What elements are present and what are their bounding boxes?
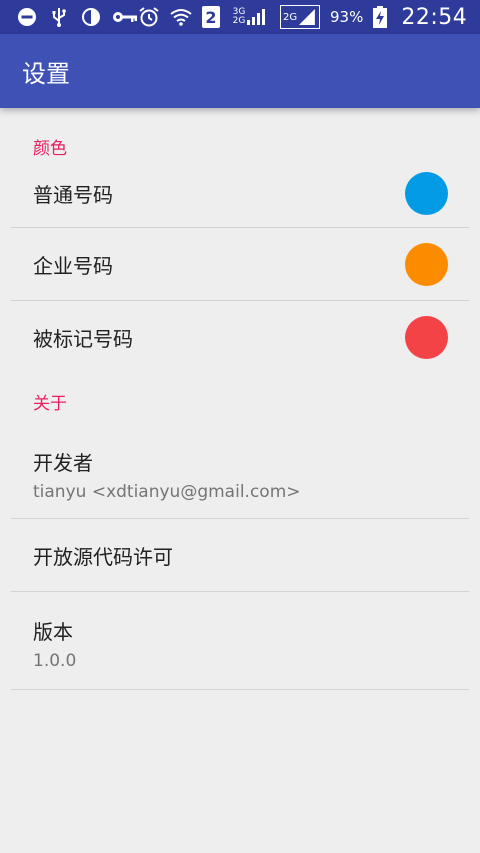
sim-2-icon: 2 <box>202 6 220 28</box>
clock: 22:54 <box>401 4 468 30</box>
pref-business-number-color[interactable]: 企业号码 <box>0 228 480 300</box>
page-title: 设置 <box>22 59 70 88</box>
pref-open-source-licenses[interactable]: 开放源代码许可 <box>0 519 480 591</box>
app-bar: 设置 <box>0 34 480 108</box>
signal-icon: 3G 2G <box>230 6 270 28</box>
pref-title: 开发者 <box>33 451 93 475</box>
pref-title: 普通号码 <box>33 183 113 207</box>
wifi-icon <box>170 6 192 28</box>
vpn-key-icon <box>112 6 138 28</box>
battery-percent: 93% <box>330 8 364 26</box>
pref-summary: 1.0.0 <box>33 651 77 671</box>
do-not-disturb-icon <box>16 6 38 28</box>
pref-developer[interactable]: 开发者 tianyu <xdtianyu@gmail.com> <box>0 421 480 518</box>
pref-title: 被标记号码 <box>33 326 133 351</box>
pref-title: 开放源代码许可 <box>33 544 173 569</box>
pref-marked-number-color[interactable]: 被标记号码 <box>0 301 480 373</box>
status-bar: 2 3G 2G 2G 93% 22:54 <box>0 0 480 34</box>
contrast-icon <box>80 6 102 28</box>
color-swatch-marked[interactable] <box>405 315 448 359</box>
pref-title: 企业号码 <box>33 253 113 278</box>
color-swatch-normal[interactable] <box>405 172 448 215</box>
usb-icon <box>48 6 70 28</box>
pref-summary: tianyu <xdtianyu@gmail.com> <box>33 482 301 502</box>
section-header-about: 关于 <box>33 394 67 414</box>
section-header-colors: 颜色 <box>33 139 67 159</box>
pref-normal-number-color[interactable]: 普通号码 <box>0 160 480 227</box>
divider <box>11 689 469 690</box>
battery-charging-icon <box>373 6 388 28</box>
alarm-icon <box>138 6 160 28</box>
settings-list: 颜色 普通号码 企业号码 被标记号码 关于 开发者 tianyu <xdtian… <box>0 108 480 690</box>
pref-title: 版本 <box>33 620 73 644</box>
signal-icon-2: 2G <box>280 5 320 29</box>
color-swatch-business[interactable] <box>405 242 448 286</box>
pref-version[interactable]: 版本 1.0.0 <box>0 592 480 689</box>
